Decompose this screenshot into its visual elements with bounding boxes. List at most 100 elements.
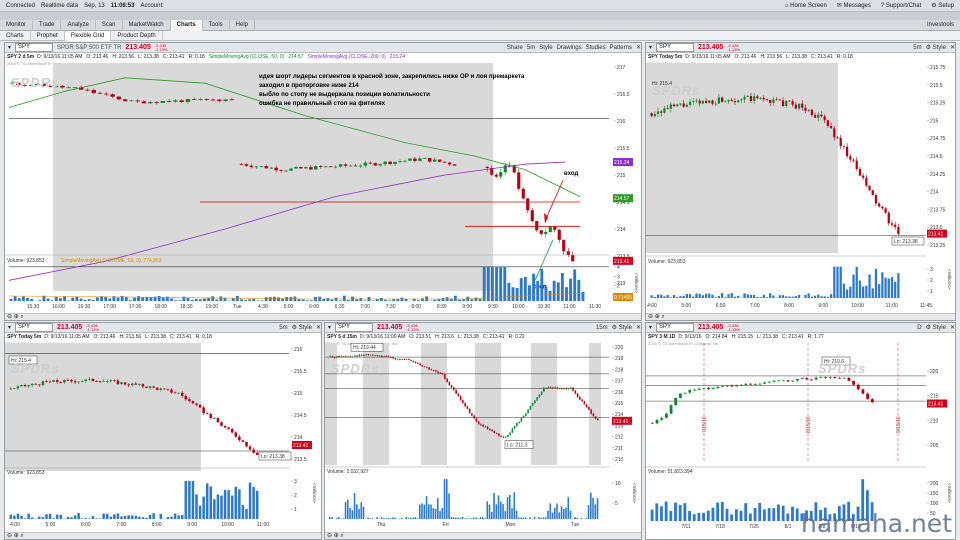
candle-body — [829, 125, 833, 129]
candle-body — [229, 99, 235, 101]
volume-bar — [356, 504, 358, 519]
investools-link[interactable]: Investools — [927, 22, 954, 28]
volume-bar — [13, 515, 16, 519]
time-axis-tick: 7:00 — [750, 303, 760, 309]
volume-bar — [772, 295, 775, 298]
sma200-marker: 215.24 — [614, 160, 630, 166]
volume-bar — [141, 297, 145, 301]
candle-body — [351, 356, 354, 358]
candle-body — [511, 428, 514, 433]
candle-body — [447, 162, 452, 165]
volume-bar — [190, 299, 194, 301]
price-axis-tick: 215.5 — [294, 369, 307, 375]
sub-tab-product-depth[interactable]: Product Depth — [111, 30, 163, 41]
chart-scrollbar[interactable]: ⊖ ⊕ ⌕ — [5, 313, 641, 320]
chart-scrollbar[interactable]: ⊖ ⊕ ⌕ — [325, 532, 641, 539]
volume-bar — [255, 490, 259, 519]
candle-body — [772, 99, 775, 103]
volume-bar — [446, 479, 448, 519]
candle-body — [340, 356, 343, 358]
volume-bar — [495, 266, 498, 301]
chart-panel-spy-5d-15m[interactable]: ▾ SPY 213.405 -2.435 -1.13% 15m ⚙ Style ✕ SPY 5 … — [324, 322, 642, 540]
candle-body — [348, 165, 353, 167]
candle-body — [130, 383, 134, 386]
volume-bar — [46, 298, 50, 301]
time-axis-tick: Tue — [233, 304, 242, 310]
main-tab-monitor[interactable]: Monitor — [0, 19, 34, 31]
volume-bar — [486, 501, 489, 519]
candle-body — [588, 406, 590, 410]
volume-bar — [772, 508, 776, 521]
volume-bar — [676, 297, 679, 298]
setup-button[interactable]: ⚙ Setup — [931, 2, 954, 9]
low-label: Lo: 213.38 — [261, 454, 285, 460]
volume-bar — [186, 298, 190, 301]
main-tab-analyze[interactable]: Analyze — [61, 19, 96, 31]
candle-body — [387, 356, 390, 358]
volume-bar — [205, 483, 209, 519]
sub-tab-flexible-grid[interactable]: Flexible Grid — [64, 30, 112, 41]
volume-unit: <millions> — [312, 483, 317, 504]
main-tab-trade[interactable]: Trade — [33, 19, 62, 31]
chart-panel-spy-3m-1d[interactable]: ▾ SPY 213.405 -2.435 -1.13% D ⚙ Style ✕ SPY 3 M … — [645, 322, 956, 540]
spdr-logo: SPDRs — [652, 83, 701, 98]
volume-bar — [379, 297, 383, 301]
volume-bar — [116, 297, 120, 301]
candle-body — [845, 146, 849, 157]
candle-body — [113, 380, 116, 382]
sub-tab-charts[interactable]: Charts — [0, 30, 31, 41]
volume-bar — [549, 503, 552, 519]
volume-bar — [360, 502, 363, 519]
candle-body — [166, 101, 172, 102]
trade-note: идея шорт лидеры сегментов в красной зон… — [259, 72, 524, 108]
volume-bar — [95, 518, 98, 519]
volume-bar — [852, 274, 855, 298]
candle-body — [323, 166, 328, 168]
volume-bar — [724, 297, 727, 298]
volume-bar — [587, 505, 590, 519]
volume-bar — [577, 279, 581, 301]
sub-tab-prophet[interactable]: Prophet — [31, 30, 65, 41]
time-axis-tick: 6:00 — [716, 303, 726, 309]
candle-body — [419, 363, 421, 366]
candle-body — [660, 417, 664, 420]
volume-bar — [756, 297, 759, 298]
volume-bar — [434, 508, 437, 519]
candle-body — [248, 446, 252, 450]
volume-bar — [358, 508, 360, 519]
chart-scrollbar[interactable]: ⊖ ⊕ ⌕ — [646, 313, 955, 320]
main-tab-help[interactable]: Help — [230, 19, 256, 31]
volume-bar — [479, 517, 482, 519]
candle-body — [828, 377, 832, 378]
candle-body — [562, 239, 566, 252]
main-tab-charts[interactable]: Charts — [170, 19, 203, 31]
main-tab-marketwatch[interactable]: MarketWatch — [123, 19, 171, 31]
support-chat-button[interactable]: ? Support/Chat — [881, 3, 921, 9]
volume-bar — [353, 493, 356, 519]
candle-body — [800, 378, 804, 379]
candle-body — [778, 99, 781, 101]
volume-bar — [98, 518, 102, 519]
volume-bar — [567, 497, 570, 519]
volume-bar — [778, 295, 781, 298]
chart-scrollbar[interactable]: ⊖ ⊕ ⌕ — [5, 532, 321, 539]
price-axis-tick: 214 — [294, 435, 303, 441]
chart-panel-spy-today-5m-right[interactable]: ▾ SPY 213.405 -2.435 -1.13% 5m ⚙ Style ✕ SPY Tod… — [645, 42, 956, 321]
main-tab-scan[interactable]: Scan — [96, 19, 123, 31]
volume-bar — [113, 514, 116, 519]
candle-body — [91, 90, 96, 93]
messages-button[interactable]: ✉ Messages — [837, 2, 871, 9]
candle-body — [576, 393, 579, 397]
main-tab-tools[interactable]: Tools — [203, 19, 230, 31]
volume-bar — [753, 294, 756, 298]
home-screen-button[interactable]: ⌂ Home Screen — [785, 3, 827, 9]
volume-bar — [520, 517, 522, 519]
volume-bar — [511, 508, 513, 519]
volume-bar — [359, 298, 363, 301]
time-axis-tick: 6:00 — [81, 522, 91, 528]
chart-panel-spy-today-5m-left[interactable]: ▾ SPY 213.405 -2.435 -1.13% 5m ⚙ Style ✕ SPY Tod… — [4, 322, 322, 540]
account-label[interactable]: Account: — [140, 3, 163, 9]
volume-bar — [443, 479, 446, 519]
candle-body — [650, 422, 654, 424]
candle-body — [173, 100, 178, 102]
